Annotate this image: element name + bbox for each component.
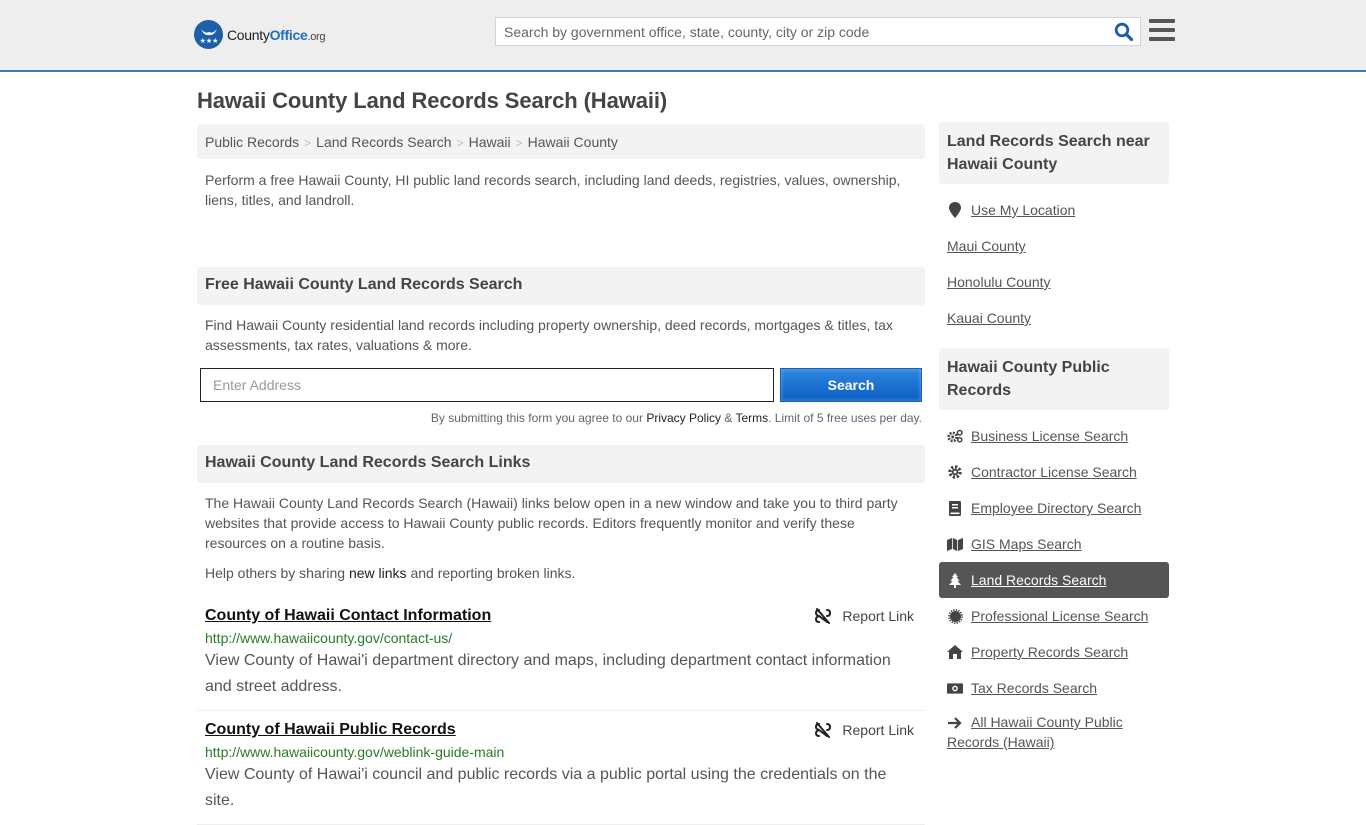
- map-icon: [947, 536, 963, 552]
- sidebar-item-gis-maps[interactable]: GIS Maps Search: [939, 526, 1169, 562]
- main-content: Public Records > Land Records Search > Hawai…: [197, 124, 925, 825]
- link-item: County of Hawaii Contact Information Rep…: [197, 597, 925, 711]
- breadcrumb-separator: >: [515, 136, 523, 150]
- report-link-label: Report Link: [842, 608, 914, 624]
- nearby-county-link[interactable]: Maui County: [947, 238, 1026, 254]
- cogs-icon: [947, 428, 963, 444]
- use-my-location-item[interactable]: Use My Location: [939, 192, 1169, 228]
- hamburger-menu-icon[interactable]: [1149, 19, 1175, 41]
- site-logo[interactable]: ★★★ CountyOffice.org: [194, 20, 326, 49]
- help-prefix: Help others by sharing: [205, 565, 349, 581]
- breadcrumb-separator: >: [304, 136, 312, 150]
- search-icon[interactable]: [1114, 22, 1134, 42]
- sidebar-link-label: All Hawaii County Public Records (Hawaii…: [947, 714, 1123, 750]
- breadcrumb-public-records[interactable]: Public Records: [205, 134, 299, 150]
- intro-text: Perform a free Hawaii County, HI public …: [205, 172, 901, 208]
- disclaimer-amp: &: [721, 411, 736, 425]
- money-icon: [947, 680, 963, 696]
- logo-wordmark: CountyOffice.org: [227, 26, 326, 43]
- breadcrumb-separator: >: [456, 136, 464, 150]
- land-records-search-form: Free Hawaii County Land Records Search F…: [197, 267, 925, 425]
- nearby-county-item[interactable]: Honolulu County: [939, 264, 1169, 300]
- site-search: [495, 17, 1141, 46]
- broken-link-icon: [815, 608, 832, 624]
- sidebar: Land Records Search near Hawaii County U…: [939, 122, 1169, 752]
- nearby-heading: Land Records Search near Hawaii County: [939, 122, 1169, 184]
- new-links-link[interactable]: new links: [349, 565, 407, 581]
- link-item: County of Hawaii Public Records Report L…: [197, 711, 925, 825]
- tree-icon: [947, 572, 963, 588]
- sidebar-item-all-public-records[interactable]: All Hawaii County Public Records (Hawaii…: [939, 706, 1169, 752]
- sidebar-link[interactable]: Business License Search: [971, 428, 1128, 444]
- nearby-county-link[interactable]: Honolulu County: [947, 274, 1051, 290]
- sidebar-item-business-license[interactable]: Business License Search: [939, 418, 1169, 454]
- search-form-description: Find Hawaii County residential land reco…: [205, 317, 893, 353]
- sidebar-link[interactable]: Property Records Search: [971, 644, 1128, 660]
- report-link-button[interactable]: Report Link: [815, 722, 914, 738]
- certificate-icon: [947, 608, 963, 624]
- sidebar-link[interactable]: Land Records Search: [971, 572, 1106, 588]
- address-input[interactable]: [200, 368, 774, 402]
- use-my-location-link[interactable]: Use My Location: [971, 202, 1075, 218]
- sidebar-link[interactable]: Professional License Search: [971, 608, 1148, 624]
- privacy-policy-link[interactable]: Privacy Policy: [646, 411, 721, 425]
- gear-icon: [947, 464, 963, 480]
- sidebar-item-tax-records[interactable]: Tax Records Search: [939, 670, 1169, 706]
- help-suffix: and reporting broken links.: [406, 565, 576, 581]
- breadcrumb-hawaii[interactable]: Hawaii: [469, 134, 511, 150]
- book-icon: [947, 500, 963, 516]
- broken-link-icon: [815, 722, 832, 738]
- link-description: View County of Hawai'i department direct…: [205, 652, 891, 695]
- breadcrumb: Public Records > Land Records Search > Hawai…: [197, 124, 925, 159]
- sidebar-link[interactable]: Contractor License Search: [971, 464, 1137, 480]
- search-form-row: Search: [197, 368, 925, 402]
- link-url: http://www.hawaiicounty.gov/weblink-guid…: [205, 744, 505, 760]
- search-submit-button[interactable]: Search: [780, 368, 922, 402]
- nearby-list: Use My Location Maui County Honolulu Cou…: [939, 184, 1169, 336]
- sidebar-item-contractor-license[interactable]: Contractor License Search: [939, 454, 1169, 490]
- sidebar-link[interactable]: Tax Records Search: [971, 680, 1097, 696]
- page-title: Hawaii County Land Records Search (Hawai…: [197, 88, 668, 113]
- link-description: View County of Hawai'i council and publi…: [205, 766, 887, 809]
- breadcrumb-hawaii-county[interactable]: Hawaii County: [528, 134, 618, 150]
- links-heading: Hawaii County Land Records Search Links: [197, 445, 925, 483]
- public-records-heading: Hawaii County Public Records: [939, 348, 1169, 410]
- map-marker-icon: [947, 202, 963, 218]
- sidebar-item-professional-license[interactable]: Professional License Search: [939, 598, 1169, 634]
- terms-link[interactable]: Terms: [735, 411, 768, 425]
- top-header: ★★★ CountyOffice.org: [0, 0, 1366, 72]
- home-icon: [947, 644, 963, 660]
- links-description: The Hawaii County Land Records Search (H…: [205, 495, 898, 551]
- search-form-heading: Free Hawaii County Land Records Search: [197, 267, 925, 305]
- disclaimer-text: By submitting this form you agree to our: [430, 411, 647, 425]
- sidebar-link[interactable]: All Hawaii County Public Records (Hawaii…: [947, 712, 1169, 752]
- form-disclaimer: By submitting this form you agree to our…: [197, 411, 925, 425]
- sidebar-item-property-records[interactable]: Property Records Search: [939, 634, 1169, 670]
- svg-text:★★★: ★★★: [199, 37, 218, 45]
- report-link-label: Report Link: [842, 722, 914, 738]
- sidebar-item-land-records[interactable]: Land Records Search: [939, 562, 1169, 598]
- breadcrumb-land-records-search[interactable]: Land Records Search: [316, 134, 451, 150]
- nearby-county-item[interactable]: Maui County: [939, 228, 1169, 264]
- disclaimer-suffix: . Limit of 5 free uses per day.: [768, 411, 922, 425]
- sidebar-link[interactable]: GIS Maps Search: [971, 536, 1082, 552]
- link-title[interactable]: County of Hawaii Contact Information: [205, 607, 491, 625]
- link-title[interactable]: County of Hawaii Public Records: [205, 721, 456, 739]
- public-records-list: Business License Search Contractor Licen…: [939, 410, 1169, 752]
- link-url: http://www.hawaiicounty.gov/contact-us/: [205, 630, 453, 646]
- eagle-logo-icon: ★★★: [194, 20, 223, 49]
- links-section: Hawaii County Land Records Search Links …: [197, 445, 925, 825]
- links-help-text: Help others by sharing new links and rep…: [197, 553, 925, 583]
- sidebar-item-employee-directory[interactable]: Employee Directory Search: [939, 490, 1169, 526]
- arrow-right-icon: [947, 715, 963, 731]
- nearby-county-link[interactable]: Kauai County: [947, 310, 1031, 326]
- sidebar-link[interactable]: Employee Directory Search: [971, 500, 1141, 516]
- nearby-county-item[interactable]: Kauai County: [939, 300, 1169, 336]
- site-search-input[interactable]: [496, 18, 1096, 45]
- report-link-button[interactable]: Report Link: [815, 608, 914, 624]
